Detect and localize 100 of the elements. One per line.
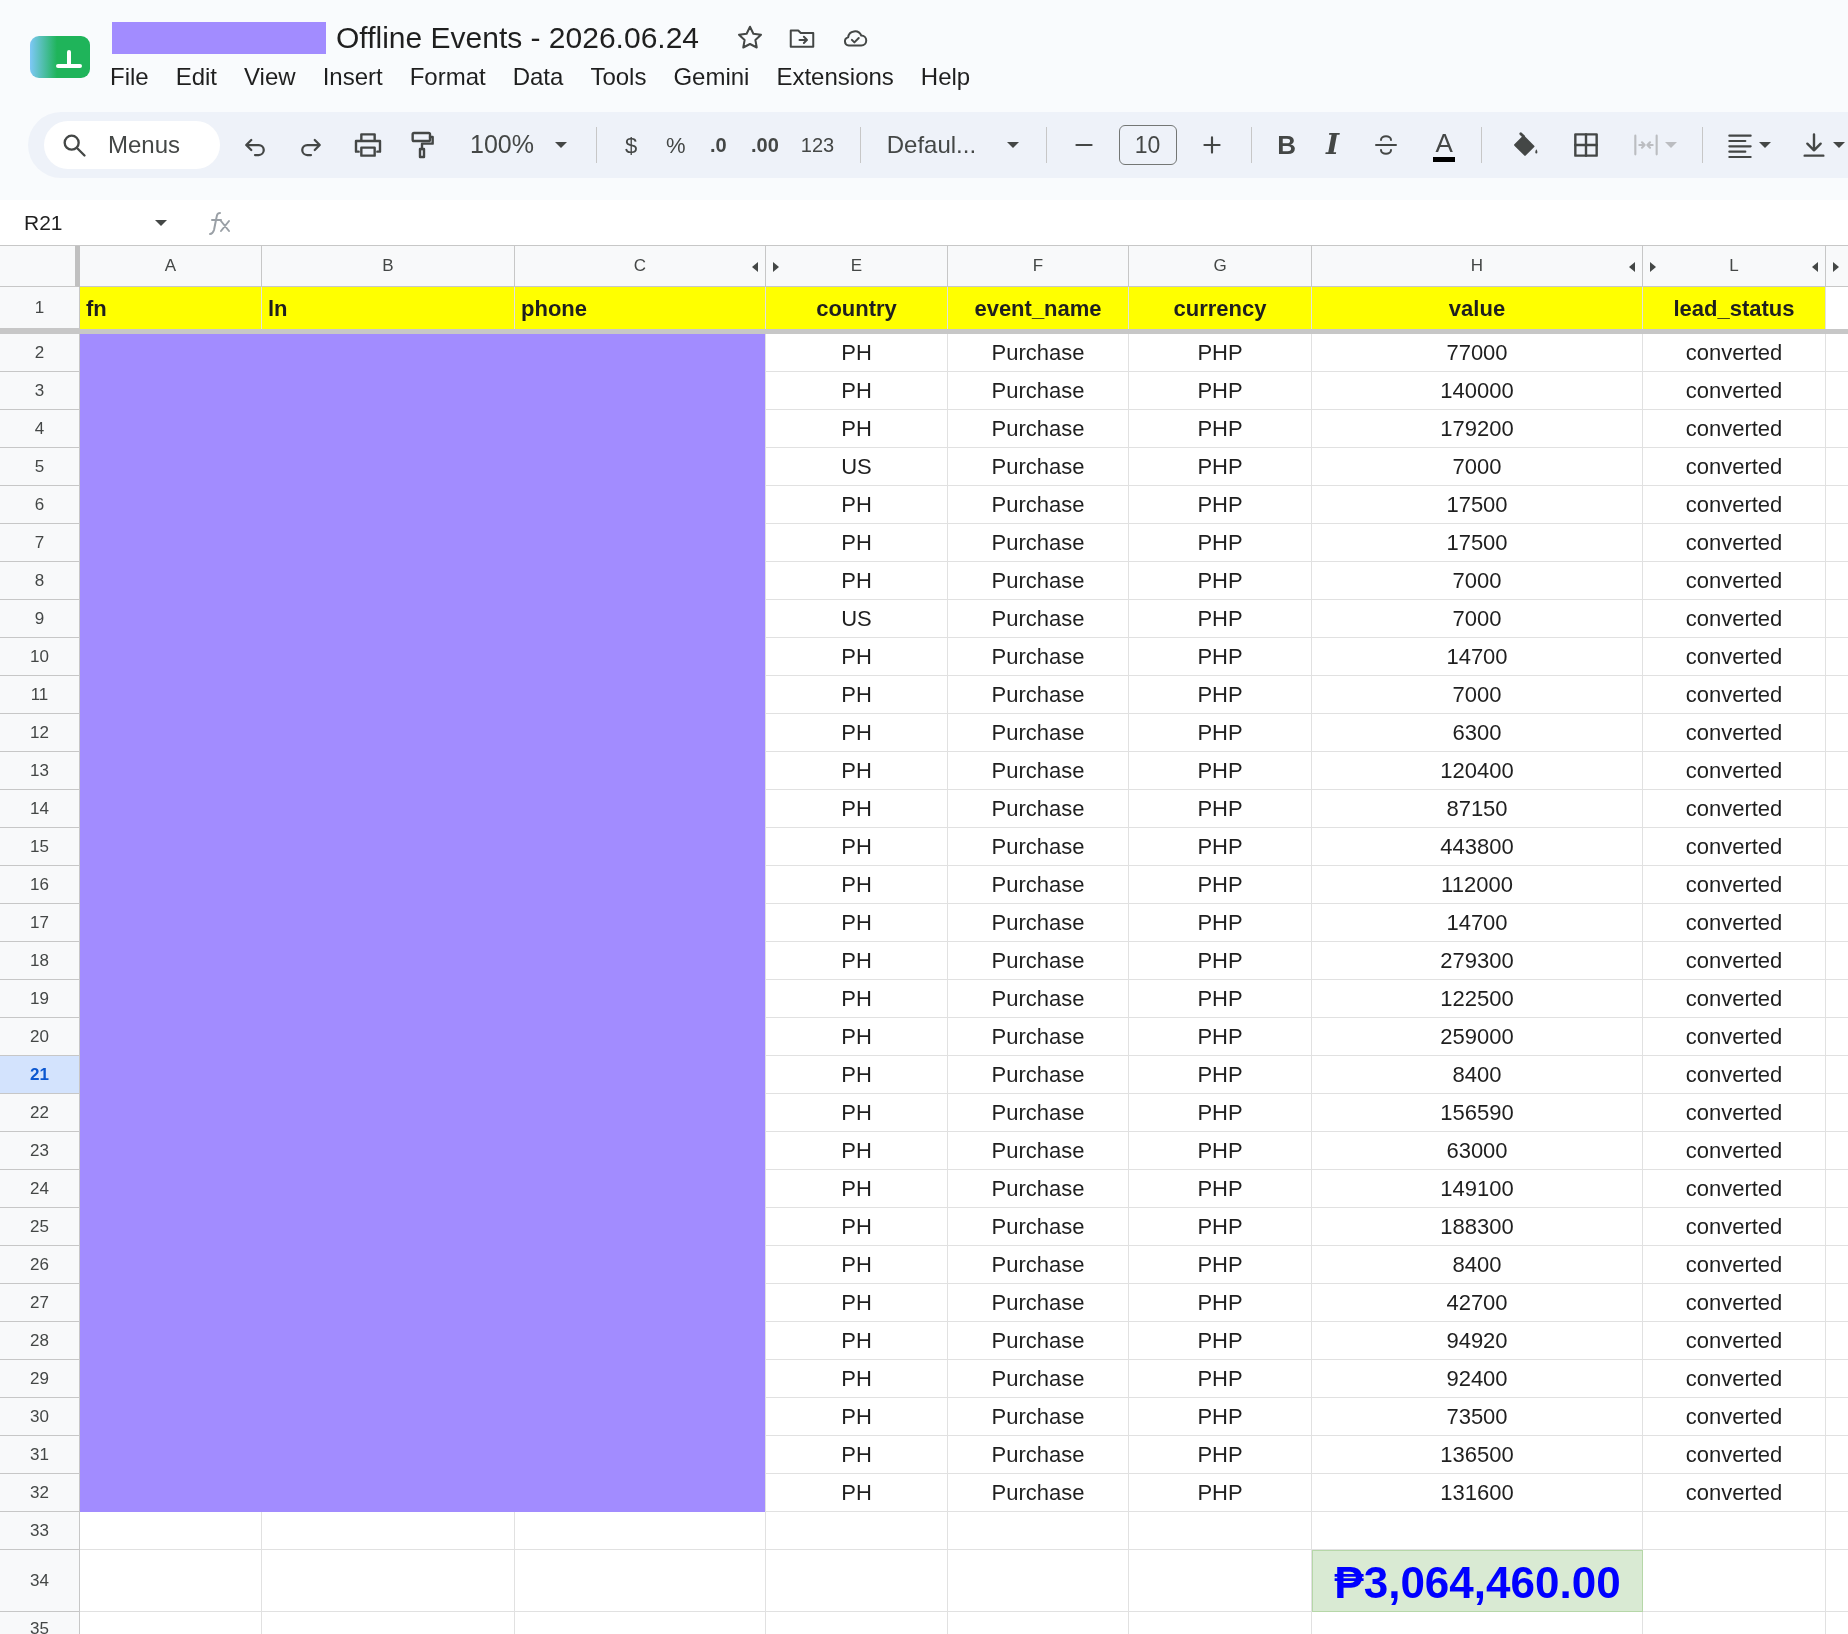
more-formats-button[interactable]: 123 [800,130,835,160]
table-cell: PH [766,1398,948,1436]
zoom-dropdown[interactable]: 100% [470,126,570,164]
row-header[interactable]: 19 [0,980,80,1018]
row-header[interactable]: 10 [0,638,80,676]
collapse-left-icon[interactable] [751,261,759,273]
percent-format-button[interactable]: % [665,128,686,162]
row-header[interactable]: 13 [0,752,80,790]
menu-item[interactable]: Extensions [776,62,894,92]
row-header[interactable]: 15 [0,828,80,866]
menu-item[interactable]: Data [512,62,564,92]
font-size-field[interactable]: 10 [1118,125,1177,165]
table-cell: Purchase [948,828,1129,866]
table-cell: Purchase [948,1208,1129,1246]
table-cell: converted [1643,1170,1826,1208]
row-header[interactable]: 11 [0,676,80,714]
row-header[interactable]: 6 [0,486,80,524]
menu-item[interactable]: File [110,62,149,92]
bold-button[interactable]: B [1277,125,1296,165]
row-header[interactable]: 7 [0,524,80,562]
table-cell: 188300 [1312,1208,1643,1246]
increase-decimal-button[interactable]: .00 [751,130,779,160]
row-header[interactable]: 18 [0,942,80,980]
row-header[interactable]: 12 [0,714,80,752]
caret-icon[interactable] [554,142,567,148]
row-header[interactable]: 14 [0,790,80,828]
collapse-left-icon[interactable] [1628,261,1636,273]
row-header[interactable]: 3 [0,372,80,410]
table-cell: converted [1643,1094,1826,1132]
table-cell: PH [766,942,948,980]
header-cell: currency [1129,287,1312,329]
table-cell: Purchase [948,486,1129,524]
menu-item[interactable]: View [244,62,296,92]
menu-item[interactable]: Format [409,62,486,92]
row-header[interactable]: 27 [0,1284,80,1322]
row-header[interactable]: 30 [0,1398,80,1436]
row-header[interactable]: 9 [0,600,80,638]
row-header[interactable]: 1 [0,287,80,329]
table-cell: 259000 [1312,1018,1643,1056]
row-header[interactable]: 8 [0,562,80,600]
table-cell: converted [1643,676,1826,714]
menu-item[interactable]: Insert [322,62,383,92]
header-cell: event_name [948,287,1129,329]
table-cell: PH [766,904,948,942]
row-header[interactable]: 25 [0,1208,80,1246]
table-cell: converted [1643,334,1826,372]
table-cell: converted [1643,980,1826,1018]
menus-search-field[interactable]: Menus [44,121,220,169]
row-header[interactable]: 17 [0,904,80,942]
table-cell: PHP [1129,1398,1312,1436]
caret-icon[interactable] [155,219,167,226]
row-header[interactable]: 21 [0,1056,80,1094]
table-cell: PHP [1129,1322,1312,1360]
table-cell: PHP [1129,676,1312,714]
menu-item[interactable]: Gemini [673,62,750,92]
expand-right-icon[interactable] [1832,261,1840,273]
row-header[interactable]: 31 [0,1436,80,1474]
table-cell: PHP [1129,334,1312,372]
menu-item[interactable]: Edit [175,62,218,92]
row-header[interactable]: 23 [0,1132,80,1170]
row-header[interactable]: 4 [0,410,80,448]
table-cell: 131600 [1312,1474,1643,1512]
caret-icon[interactable] [1007,142,1020,148]
row-header[interactable]: 33 [0,1512,80,1550]
table-cell: converted [1643,638,1826,676]
row-header[interactable]: 32 [0,1474,80,1512]
currency-format-button[interactable]: $ [622,128,640,162]
table-cell: converted [1643,1208,1826,1246]
row-header[interactable]: 35 [0,1612,80,1634]
decrease-decimal-button[interactable]: .0 [709,130,727,160]
expand-right-icon[interactable] [1649,261,1657,273]
row-header[interactable]: 22 [0,1094,80,1132]
italic-button[interactable]: I [1323,124,1342,166]
table-cell: Purchase [948,1322,1129,1360]
name-box[interactable]: R21 [0,206,176,239]
row-header[interactable]: 24 [0,1170,80,1208]
row-header[interactable]: 34 [0,1550,80,1612]
table-cell: PHP [1129,1436,1312,1474]
table-cell: converted [1643,1436,1826,1474]
table-cell: Purchase [948,372,1129,410]
font-dropdown[interactable]: Defaul... [886,127,1023,163]
row-header[interactable]: 2 [0,334,80,372]
caret-icon[interactable] [1759,142,1771,148]
table-cell: PH [766,714,948,752]
table-cell: PH [766,866,948,904]
row-header[interactable]: 20 [0,1018,80,1056]
caret-icon[interactable] [1833,142,1845,148]
collapse-left-icon[interactable] [1811,261,1819,273]
menu-item[interactable]: Help [920,62,971,92]
expand-right-icon[interactable] [772,261,780,273]
row-header[interactable]: 26 [0,1246,80,1284]
menu-item[interactable]: Tools [590,62,647,92]
text-color-button[interactable]: A [1433,128,1455,162]
document-title[interactable]: Offline Events - 2026.06.24 [336,18,700,58]
row-header[interactable]: 28 [0,1322,80,1360]
row-header[interactable]: 5 [0,448,80,486]
table-cell: PHP [1129,714,1312,752]
table-cell: PH [766,1360,948,1398]
row-header[interactable]: 29 [0,1360,80,1398]
row-header[interactable]: 16 [0,866,80,904]
